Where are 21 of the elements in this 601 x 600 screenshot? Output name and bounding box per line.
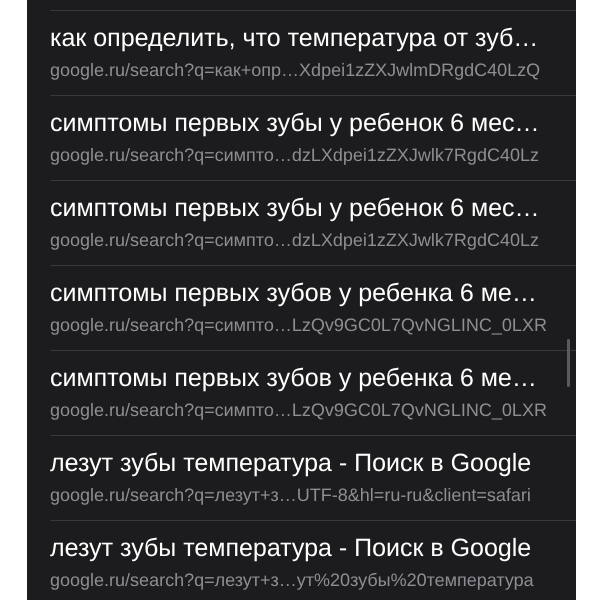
page-url: google.ru/search?q=лезут+з…UTF-8&hl=ru-ru&client=safari [50, 484, 531, 506]
history-item[interactable]: симптомы первых зубы у ребенок 6 мес… google.ru/search?q=симпто…dzLXdpei1zZXJwlk7RgdC40Lz [50, 181, 576, 266]
page-url: google.ru/search?q=симпто…dzLXdpei1zZXJwlk7RgdC40Lz [50, 229, 539, 251]
history-item[interactable]: как определить, что температура от зуб… google.ru/search?q=как+опр…Xdpei1zZXJwlmDRgdC40LzQ [50, 11, 576, 96]
history-item[interactable]: лезут зубы температура - Поиск в Google google.ru/search?q=лезут+з…ут%20зубы%20температура [50, 521, 576, 600]
page-title: симптомы первых зубов у ребенка 6 ме… [50, 363, 537, 393]
page-title: симптомы первых зубы у ребенок 6 мес… [50, 108, 540, 138]
page-url: google.ru/search?q=симпто…LzQv9GC0L7QvNGLINC_0LXR [50, 314, 547, 336]
page-title: симптомы первых зубы у ребенок 6 мес… [50, 193, 540, 223]
page-url: google.ru/search?q=как+опр…Xdpei1zZXJwlmDRgdC40LzQ [50, 59, 540, 81]
history-item[interactable]: лезут зубы температура - Поиск в Google google.ru/search?q=лезут+з…UTF-8&hl=ru-ru&client=safari [50, 436, 576, 521]
page-title: как определить, что температура от зуб… [50, 23, 538, 53]
page-url: google.ru/search?q=симпто…dzLXdpei1zZXJwlk7RgdC40Lz [50, 144, 539, 166]
page-title: симптомы первых зубов у ребенка 6 ме… [50, 278, 537, 308]
page-url: google.ru/search?q=лезут+з…ут%20зубы%20температура [50, 569, 534, 591]
page-url: google.ru/search?q=симпто…LzQv9GC0L7QvNGLINC_0LXR [50, 399, 547, 421]
page-title: лезут зубы температура - Поиск в Google [50, 448, 532, 478]
page-title: лезут зубы температура - Поиск в Google [50, 533, 532, 563]
history-item[interactable]: симптомы первых зубы у ребенок 6 мес… google.ru/search?q=симпто…dzLXdpei1zZXJwlk7RgdC40Lz [50, 96, 576, 181]
scroll-indicator [567, 339, 570, 387]
history-item[interactable]: симптомы первых зубов у ребенка 6 ме… google.ru/search?q=симпто…LzQv9GC0L7QvNGLINC_0LXR [50, 266, 576, 351]
